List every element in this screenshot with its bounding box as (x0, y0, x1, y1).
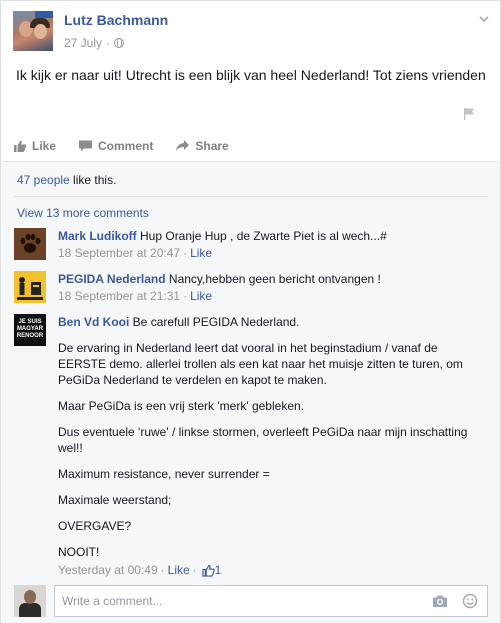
comment-item: JE SUIS MAGYAR RENOOR Ben Vd Kooi Be car… (14, 314, 488, 579)
comment-meta: Yesterday at 00:49 · Like · 1 (58, 562, 488, 578)
comment-paragraph: Maar PeGiDa is een vrij sterk 'merk' geb… (58, 399, 305, 413)
feedback-section: 47 people like this. View 13 more commen… (2, 161, 500, 623)
comment-text: Be carefull PEGIDA Nederland. (129, 315, 300, 329)
author-name[interactable]: Lutz Bachmann (64, 12, 168, 28)
post-date[interactable]: 27 July (64, 36, 102, 50)
likes-suffix: like this. (69, 173, 117, 187)
comment-paragraph: Dus eventuele 'ruwe' / linkse stormen, o… (58, 425, 468, 455)
comment-body: Mark Ludikoff Hup Oranje Hup , de Zwarte… (58, 228, 488, 261)
post-meta: 27 July · (64, 36, 125, 50)
comment-meta: 18 September at 21:31 · Like (58, 288, 488, 304)
comment-paragraph: NOOIT! (58, 545, 100, 559)
comment-body: PEGIDA Nederland Nancy,hebben geen beric… (58, 271, 488, 304)
comment-text: Nancy,hebben geen bericht ontvangen ! (165, 272, 381, 286)
post-text: Ik kijk er naar uit! Utrecht is een blij… (16, 67, 486, 83)
divider (14, 196, 488, 197)
comment-input[interactable] (54, 585, 488, 617)
comment-item: PEGIDA Nederland Nancy,hebben geen beric… (14, 271, 488, 307)
share-label: Share (195, 139, 229, 153)
likes-count-link[interactable]: 47 people (17, 173, 70, 187)
flag-icon[interactable] (462, 107, 476, 121)
comment-meta: 18 September at 20:47 · Like (58, 245, 488, 261)
commenter-avatar[interactable]: JE SUIS MAGYAR RENOOR (14, 314, 46, 346)
thumbs-up-icon[interactable] (202, 564, 215, 577)
comment-time[interactable]: 18 September at 21:31 (58, 288, 180, 304)
like-button[interactable]: Like (13, 139, 56, 153)
comment-paragraph: Maximum resistance, never surrender = (58, 467, 270, 481)
comment-paragraph: De ervaring in Nederland leert dat voora… (58, 341, 463, 387)
pegida-logo-icon (14, 271, 46, 303)
comment-label: Comment (98, 139, 154, 153)
comment-body: Ben Vd Kooi Be carefull PEGIDA Nederland… (58, 314, 488, 578)
comment-paragraph: Maximale weerstand; (58, 493, 172, 507)
avatar-text: JE SUIS MAGYAR RENOOR (16, 319, 44, 339)
meta-separator: · (192, 563, 197, 577)
comment-paragraph: OVERGAVE? (58, 519, 132, 533)
chevron-down-icon[interactable] (478, 13, 490, 25)
comment-time[interactable]: Yesterday at 00:49 (58, 562, 158, 578)
paw-icon (14, 228, 46, 260)
comment-button[interactable]: Comment (78, 139, 153, 153)
like-label: Like (32, 139, 57, 153)
comment-text: Hup Oranje Hup , de Zwarte Piet is al we… (136, 229, 387, 243)
share-icon (176, 140, 190, 152)
current-user-avatar (14, 585, 46, 617)
author-avatar[interactable] (13, 11, 53, 51)
share-button[interactable]: Share (175, 139, 229, 153)
comment-like-link[interactable]: Like (190, 245, 212, 261)
commenter-name[interactable]: Ben Vd Kooi (58, 315, 129, 329)
commenter-name[interactable]: Mark Ludikoff (58, 229, 137, 243)
globe-icon (114, 38, 125, 48)
meta-separator: · (183, 289, 188, 303)
comment-item: Mark Ludikoff Hup Oranje Hup , de Zwarte… (14, 228, 488, 264)
commenter-avatar[interactable] (14, 271, 46, 303)
post-actions: Like Comment Share (13, 135, 490, 157)
meta-separator: · (183, 246, 188, 260)
thumbs-up-icon (14, 140, 27, 152)
comment-time[interactable]: 18 September at 20:47 (58, 245, 180, 261)
commenter-name[interactable]: PEGIDA Nederland (58, 272, 166, 286)
camera-icon[interactable] (432, 594, 448, 608)
comment-icon (79, 140, 93, 152)
comment-like-link[interactable]: Like (168, 562, 190, 578)
commenter-avatar[interactable] (14, 228, 46, 260)
meta-separator: · (160, 563, 165, 577)
likes-summary: 47 people like this. (17, 173, 116, 187)
post-card: Lutz Bachmann 27 July · Ik kijk er naar … (0, 0, 501, 623)
view-more-comments-link[interactable]: View 13 more comments (17, 206, 149, 220)
comment-like-count[interactable]: 1 (215, 562, 222, 578)
meta-separator: · (106, 36, 111, 50)
comment-composer (14, 585, 488, 621)
post-header: Lutz Bachmann 27 July · (13, 11, 490, 55)
comment-like-link[interactable]: Like (190, 288, 212, 304)
emoji-icon[interactable] (462, 593, 478, 609)
